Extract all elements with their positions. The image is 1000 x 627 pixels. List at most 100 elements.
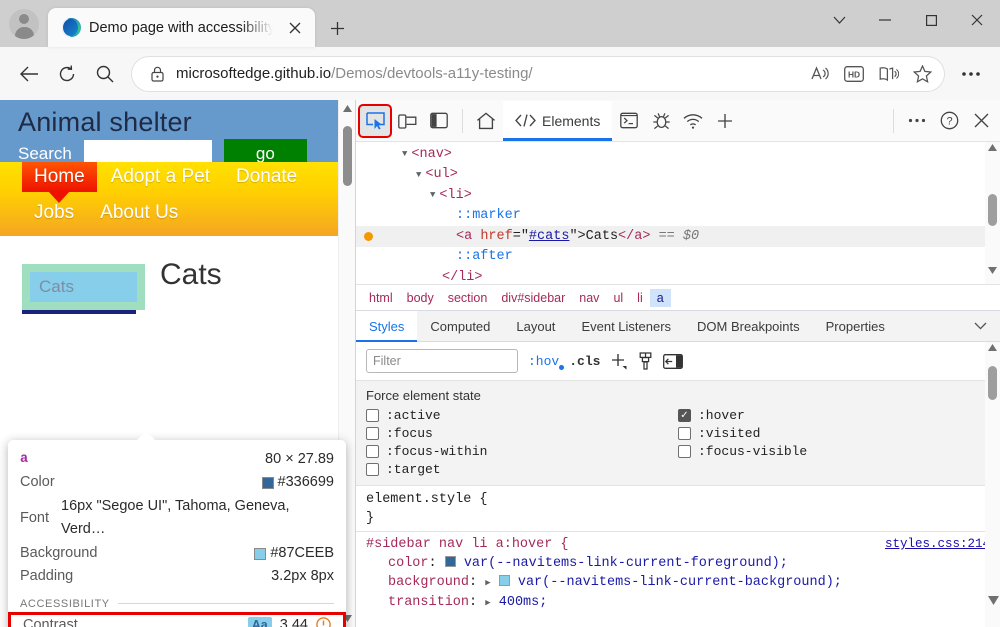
tab-event-listeners[interactable]: Event Listeners [568,311,684,342]
tab-actions-chevron-icon[interactable] [816,0,862,40]
expand-triangle-icon[interactable]: ▼ [402,149,407,159]
breadcrumb-item-ul[interactable]: ul [606,289,630,307]
state-hover[interactable]: :hover [678,408,990,423]
devtools-close-icon[interactable] [966,106,996,136]
favorite-star-icon[interactable] [906,59,938,89]
state-active[interactable]: :active [366,408,678,423]
inspect-element-icon[interactable] [360,106,390,136]
dock-side-icon[interactable] [424,106,454,136]
rule-sidebar-nav-hover[interactable]: styles.css:214 #sidebar nav li a:hover {… [356,535,1000,613]
nav-item-about[interactable]: About Us [88,198,190,228]
dom-node-after[interactable]: ::after [356,247,1000,268]
declaration-color-prop[interactable]: color [388,556,429,571]
device-emulation-icon[interactable] [392,106,422,136]
dom-node-li[interactable]: ▼ <li> [356,185,1000,206]
nav-item-jobs[interactable]: Jobs [22,198,86,228]
pane-tabs-overflow-chevron-icon[interactable] [961,311,1000,342]
dom-node-selected-anchor[interactable]: <a href =" #cats "> Cats </a> == $0 [356,226,1000,247]
declaration-background-prop[interactable]: background [388,575,469,590]
styles-filter-input[interactable]: Filter [366,349,518,373]
styles-pane-scrollbar[interactable] [985,342,1000,627]
minimize-button[interactable] [862,0,908,40]
breadcrumb-item-a[interactable]: a [650,289,671,307]
browser-tab[interactable]: Demo page with accessibility issu [48,8,315,47]
tab-computed[interactable]: Computed [417,311,503,342]
close-tab-icon[interactable] [281,14,309,42]
address-bar[interactable]: microsoftedge.github.io/Demos/devtools-a… [132,57,944,91]
immersive-reader-icon[interactable] [872,59,904,89]
element-classes-button[interactable]: .cls [569,354,600,369]
issues-bug-icon[interactable] [646,106,676,136]
hd-icon[interactable]: HD [838,59,870,89]
breakpoint-dot-icon[interactable] [364,232,373,241]
declaration-transition-value[interactable]: 400ms; [499,595,548,610]
new-style-rule-button[interactable] [610,352,628,370]
breadcrumb-item-html[interactable]: html [362,289,400,307]
state-visited[interactable]: :visited [678,426,990,441]
state-target[interactable]: :target [366,462,678,477]
dom-scroll-thumb[interactable] [988,194,997,226]
close-window-button[interactable] [954,0,1000,40]
breadcrumb-item-section[interactable]: section [441,289,495,307]
checkbox-active[interactable] [366,409,379,422]
rule-selector[interactable]: #sidebar nav li a:hover { [366,537,569,552]
network-wifi-icon[interactable] [678,106,708,136]
expand-shorthand-icon[interactable]: ▶ [485,574,490,593]
toggle-pane-icon[interactable] [663,354,683,369]
dom-node-marker[interactable]: ::marker [356,206,1000,227]
dom-node-nav[interactable]: ▼ <nav> [356,144,1000,165]
dom-scroll-up-icon[interactable] [988,144,997,151]
declaration-transition-prop[interactable]: transition [388,595,469,610]
browser-settings-button[interactable] [952,55,990,93]
nav-item-home[interactable]: Home [22,162,97,192]
state-focus[interactable]: :focus [366,426,678,441]
declaration-color-value[interactable]: var(--navitems-link-current-foreground); [464,556,788,571]
brush-icon[interactable] [638,352,653,370]
tab-dom-breakpoints[interactable]: DOM Breakpoints [684,311,813,342]
checkbox-focus-within[interactable] [366,445,379,458]
checkbox-focus[interactable] [366,427,379,440]
profile-button[interactable] [0,0,48,47]
styles-scroll-thumb[interactable] [988,366,997,400]
styles-scroll-up-icon[interactable] [988,344,997,351]
search-icon[interactable] [86,55,124,93]
breadcrumb-item-li[interactable]: li [630,289,650,307]
color-swatch-declaration-bg[interactable] [499,575,510,586]
checkbox-visited[interactable] [678,427,691,440]
console-drawer-icon[interactable] [614,106,644,136]
expand-triangle-icon[interactable]: ▼ [430,190,435,200]
breadcrumb-item-div-sidebar[interactable]: div#sidebar [494,289,572,307]
tab-elements[interactable]: Elements [503,101,612,141]
tab-styles[interactable]: Styles [356,311,417,342]
state-focus-visible[interactable]: :focus-visible [678,444,990,459]
nav-item-adopt[interactable]: Adopt a Pet [99,162,222,192]
rule-element-style[interactable]: element.style { } [356,490,1000,528]
home-icon[interactable] [471,106,501,136]
read-aloud-icon[interactable] [804,59,836,89]
styles-scroll-down-icon[interactable] [988,596,999,605]
tab-properties[interactable]: Properties [813,311,898,342]
highlighted-cats-link[interactable]: Cats [22,264,145,310]
state-focus-within[interactable]: :focus-within [366,444,678,459]
checkbox-target[interactable] [366,463,379,476]
back-arrow-icon[interactable] [10,55,48,93]
declaration-transition[interactable]: transition: ▶ 400ms; [366,593,990,613]
force-hover-button[interactable]: :hov [528,354,559,369]
dom-tree-scrollbar[interactable] [985,142,1000,284]
breadcrumb-item-nav[interactable]: nav [572,289,606,307]
declaration-background[interactable]: background: ▶ var(--navitems-link-curren… [366,573,990,593]
devtools-help-icon[interactable]: ? [934,106,964,136]
color-swatch-declaration[interactable] [445,556,456,567]
new-tab-button[interactable] [323,14,351,42]
nav-item-donate[interactable]: Donate [224,162,309,192]
dom-node-li-close[interactable]: </li> [356,267,1000,285]
devtools-more-options-icon[interactable] [902,106,932,136]
maximize-button[interactable] [908,0,954,40]
expand-shorthand-icon-2[interactable]: ▶ [485,594,490,613]
dom-selected-attr-value[interactable]: #cats [529,229,570,244]
dom-tree[interactable]: ▼ <nav> ▼ <ul> ▼ <li> ::marker <a [356,142,1000,285]
style-source-link[interactable]: styles.css:214 [885,535,990,554]
dom-scroll-down-icon[interactable] [988,267,997,274]
more-tools-plus-icon[interactable] [710,106,740,136]
checkbox-hover[interactable] [678,409,691,422]
